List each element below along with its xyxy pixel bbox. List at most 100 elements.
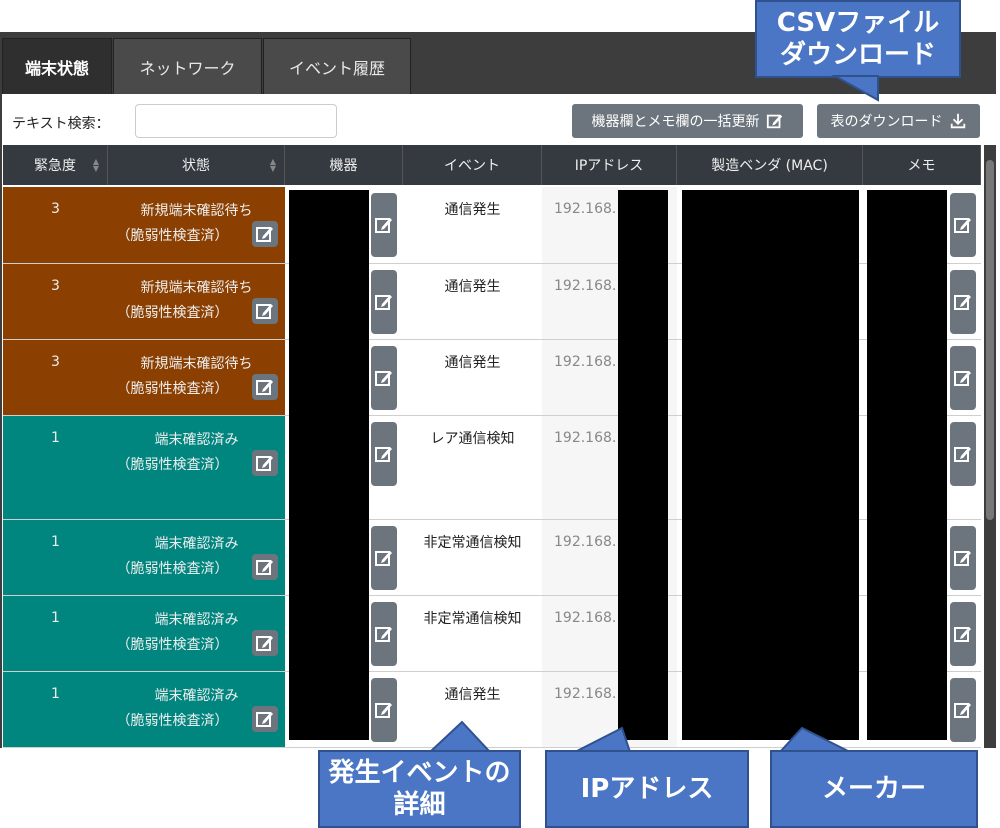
edit-icon xyxy=(374,624,394,644)
redacted-ip-addresses xyxy=(618,190,668,740)
edit-icon xyxy=(953,292,973,312)
row-divider xyxy=(3,747,981,748)
callout-maker-label: メーカー xyxy=(821,774,926,804)
column-header-device[interactable]: 機器 xyxy=(285,145,403,185)
edit-icon xyxy=(766,114,782,129)
state-edit-button[interactable] xyxy=(252,298,278,324)
severity-value: 1 xyxy=(51,686,60,702)
column-label: メモ xyxy=(907,158,936,174)
bulk-update-button[interactable]: 機器欄とメモ欄の一括更新 xyxy=(572,104,803,138)
event-value: 非定常通信検知 xyxy=(423,535,522,551)
table-download-button[interactable]: 表のダウンロード xyxy=(817,104,980,138)
callout-ip-label: IPアドレス xyxy=(580,774,714,804)
edit-icon xyxy=(953,548,973,568)
state-edit-button[interactable] xyxy=(252,554,278,580)
edit-icon xyxy=(255,377,275,397)
sort-icon: ▲ ▼ xyxy=(92,157,99,173)
column-label: 状態 xyxy=(182,158,210,174)
memo-edit-button[interactable] xyxy=(950,526,976,590)
event-value: 非定常通信検知 xyxy=(423,611,522,627)
event-cell: 非定常通信検知 xyxy=(403,520,542,596)
severity-value: 3 xyxy=(51,278,60,294)
severity-value: 3 xyxy=(51,201,60,217)
edit-icon xyxy=(953,700,973,720)
ip-value: 192.168. xyxy=(554,430,617,446)
device-edit-button[interactable] xyxy=(371,193,397,257)
redacted-device-names xyxy=(289,190,369,740)
event-cell: 非定常通信検知 xyxy=(403,596,542,672)
tab-device-status[interactable]: 端末状態 xyxy=(2,38,112,94)
severity-cell: 1 xyxy=(3,672,108,748)
callout-csv-line1: CSVファイル xyxy=(776,8,940,38)
edit-icon xyxy=(255,224,275,244)
event-value: 通信発生 xyxy=(444,687,501,703)
callout-maker: メーカー xyxy=(770,750,978,828)
redacted-vendors xyxy=(682,190,859,740)
edit-icon xyxy=(374,700,394,720)
tab-event-history[interactable]: イベント履歴 xyxy=(263,38,411,94)
search-label: テキスト検索： xyxy=(12,116,110,132)
tab-network[interactable]: ネットワーク xyxy=(113,38,262,94)
event-value: レア通信検知 xyxy=(430,431,515,447)
callout-csv-line2: ダウンロード xyxy=(779,40,936,70)
column-header-memo[interactable]: メモ xyxy=(863,145,981,185)
state-edit-button[interactable] xyxy=(252,374,278,400)
device-edit-button[interactable] xyxy=(371,422,397,486)
column-header-state[interactable]: 状態 ▲ ▼ xyxy=(108,145,285,185)
column-header-vendor[interactable]: 製造ベンダ (MAC) xyxy=(677,145,863,185)
memo-edit-button[interactable] xyxy=(950,346,976,410)
callout-event-detail: 発生イベントの 詳細 xyxy=(318,750,521,828)
device-edit-button[interactable] xyxy=(371,346,397,410)
search-input[interactable] xyxy=(135,104,337,138)
memo-edit-button[interactable] xyxy=(950,602,976,666)
state-edit-button[interactable] xyxy=(252,706,278,732)
edit-icon xyxy=(374,215,394,235)
column-label: 製造ベンダ (MAC) xyxy=(711,158,828,174)
device-edit-button[interactable] xyxy=(371,678,397,742)
severity-cell: 1 xyxy=(3,416,108,520)
callout-event-line1: 発生イベントの xyxy=(328,758,511,788)
event-value: 通信発生 xyxy=(444,202,501,218)
sort-icon: ▲ ▼ xyxy=(269,157,276,173)
column-header-event[interactable]: イベント xyxy=(403,145,542,185)
memo-edit-button[interactable] xyxy=(950,270,976,334)
event-value: 通信発生 xyxy=(444,355,501,371)
event-cell: 通信発生 xyxy=(403,264,542,340)
severity-value: 1 xyxy=(51,534,60,550)
edit-icon xyxy=(374,368,394,388)
severity-cell: 1 xyxy=(3,520,108,596)
column-label: IPアドレス xyxy=(574,158,644,174)
device-edit-button[interactable] xyxy=(371,270,397,334)
table-download-label: 表のダウンロード xyxy=(830,114,943,130)
edit-icon xyxy=(374,548,394,568)
memo-edit-button[interactable] xyxy=(950,193,976,257)
edit-icon xyxy=(255,453,275,473)
device-edit-button[interactable] xyxy=(371,602,397,666)
edit-icon xyxy=(255,557,275,577)
memo-edit-button[interactable] xyxy=(950,422,976,486)
edit-icon xyxy=(255,709,275,729)
ip-value: 192.168. xyxy=(554,354,617,370)
severity-cell: 3 xyxy=(3,187,108,264)
redacted-memos xyxy=(867,190,947,740)
scrollbar-thumb[interactable] xyxy=(986,160,994,520)
edit-icon xyxy=(953,215,973,235)
severity-cell: 3 xyxy=(3,340,108,416)
column-label: 緊急度 xyxy=(34,158,76,174)
ip-value: 192.168. xyxy=(554,686,617,702)
device-edit-button[interactable] xyxy=(371,526,397,590)
state-edit-button[interactable] xyxy=(252,630,278,656)
memo-edit-button[interactable] xyxy=(950,678,976,742)
event-cell: 通信発生 xyxy=(403,340,542,416)
callout-ip-address: IPアドレス xyxy=(545,750,749,828)
severity-cell: 1 xyxy=(3,596,108,672)
edit-icon xyxy=(374,444,394,464)
bulk-update-label: 機器欄とメモ欄の一括更新 xyxy=(591,114,760,130)
state-edit-button[interactable] xyxy=(252,221,278,247)
column-header-ip[interactable]: IPアドレス xyxy=(542,145,677,185)
ip-value: 192.168. xyxy=(554,201,617,217)
column-header-severity[interactable]: 緊急度 ▲ ▼ xyxy=(3,145,108,185)
event-cell: 通信発生 xyxy=(403,187,542,264)
state-edit-button[interactable] xyxy=(252,450,278,476)
download-icon xyxy=(950,113,965,129)
